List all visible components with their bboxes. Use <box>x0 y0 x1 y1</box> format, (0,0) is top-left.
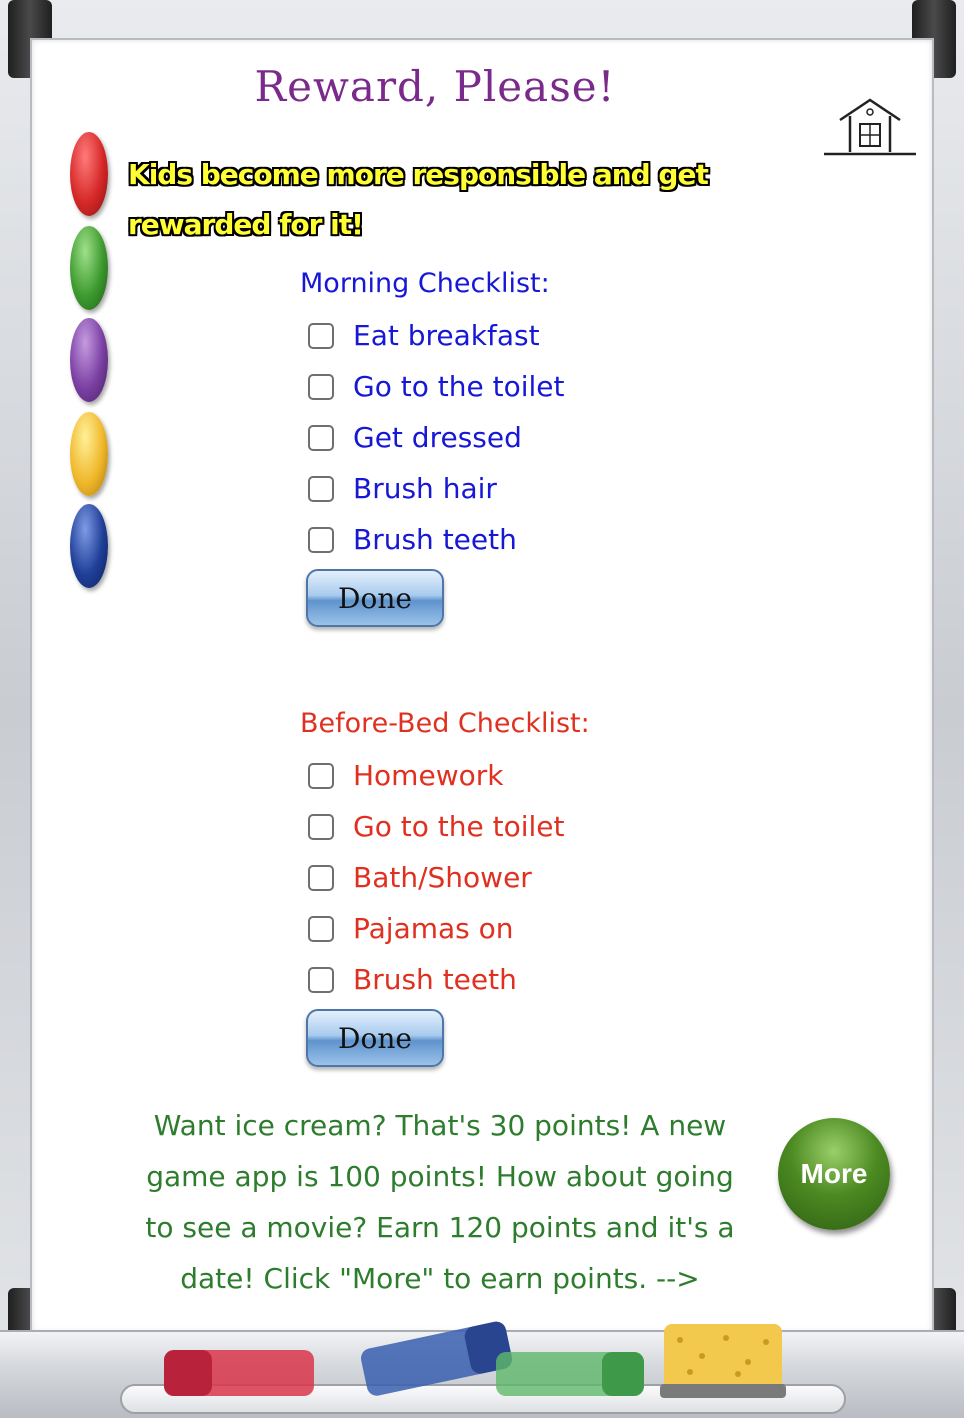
tray-items <box>164 1321 786 1398</box>
bedtime-done-button[interactable]: Done <box>306 1009 444 1067</box>
checklist-item: Brush teeth <box>300 514 760 565</box>
checkbox[interactable] <box>308 864 334 891</box>
checklist-item: Get dressed <box>300 412 760 463</box>
checkbox[interactable] <box>308 424 334 451</box>
bedtime-checklist: Before-Bed Checklist: Homework Go to the… <box>300 702 760 1005</box>
checklist-item-label: Brush hair <box>353 472 497 505</box>
checkbox[interactable] <box>308 966 334 993</box>
yellow-magnet <box>70 412 108 496</box>
tagline: Kids become more responsible and get rew… <box>128 158 709 241</box>
blue-marker <box>360 1321 513 1396</box>
more-button[interactable]: More <box>778 1118 890 1230</box>
sponge-eraser <box>660 1324 786 1398</box>
checkbox[interactable] <box>308 475 334 502</box>
checklist-item-label: Bath/Shower <box>353 861 532 894</box>
checkbox[interactable] <box>308 526 334 553</box>
checklist-item: Eat breakfast <box>300 310 760 361</box>
morning-checklist: Morning Checklist: Eat breakfast Go to t… <box>300 262 760 565</box>
checkbox[interactable] <box>308 373 334 400</box>
green-magnet <box>70 226 108 310</box>
purple-magnet <box>70 318 108 402</box>
checklist-item-label: Go to the toilet <box>353 810 565 843</box>
bedtime-checklist-title: Before-Bed Checklist: <box>300 708 590 739</box>
checklist-item: Brush teeth <box>300 954 760 1005</box>
checklist-item-label: Get dressed <box>353 421 522 454</box>
checkbox[interactable] <box>308 322 334 349</box>
morning-done-button[interactable]: Done <box>306 569 444 627</box>
morning-checklist-title: Morning Checklist: <box>300 268 550 299</box>
checklist-item-label: Homework <box>353 759 504 792</box>
checklist-item-label: Pajamas on <box>353 912 514 945</box>
checklist-item-label: Go to the toilet <box>353 370 565 403</box>
checkbox[interactable] <box>308 915 334 942</box>
checklist-item: Homework <box>300 750 760 801</box>
checklist-item: Go to the toilet <box>300 361 760 412</box>
page-title: Reward, Please! <box>254 62 616 111</box>
red-marker <box>164 1350 314 1396</box>
checkbox[interactable] <box>308 762 334 789</box>
red-magnet <box>70 132 108 216</box>
checklist-item: Bath/Shower <box>300 852 760 903</box>
checklist-item-label: Brush teeth <box>353 523 517 556</box>
checklist-item-label: Brush teeth <box>353 963 517 996</box>
checklist-item: Pajamas on <box>300 903 760 954</box>
blue-magnet <box>70 504 108 588</box>
checklist-item: Brush hair <box>300 463 760 514</box>
checklist-item-label: Eat breakfast <box>353 319 540 352</box>
green-marker <box>496 1352 644 1396</box>
checkbox[interactable] <box>308 813 334 840</box>
rewards-description: Want ice cream? That's 30 points! A new … <box>145 1109 735 1295</box>
home-icon[interactable] <box>822 96 918 160</box>
checklist-item: Go to the toilet <box>300 801 760 852</box>
